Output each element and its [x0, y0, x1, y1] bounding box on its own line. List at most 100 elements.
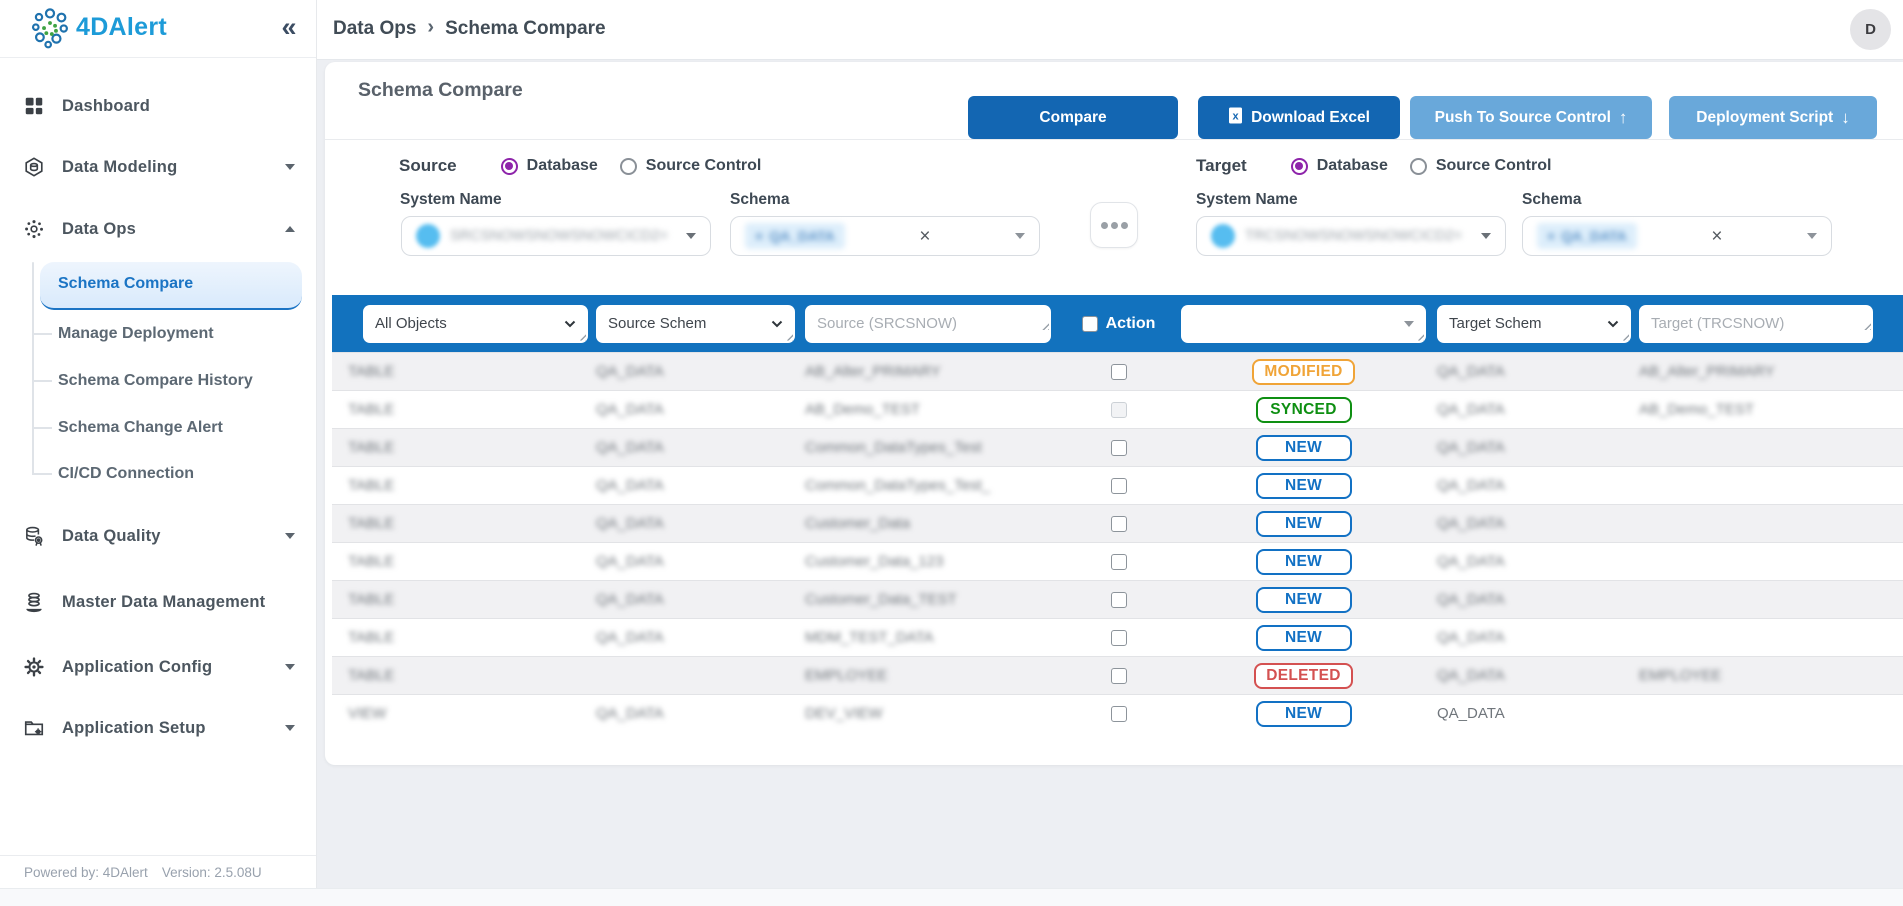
chevron-up-icon	[285, 226, 295, 232]
clear-icon[interactable]: ×	[919, 227, 940, 246]
source-schema-cell: QA_DATA	[596, 591, 664, 608]
target-name-cell: AB_Demo_TEST	[1639, 401, 1754, 418]
row-action-checkbox[interactable]	[1111, 554, 1127, 570]
target-name-filter-input[interactable]	[1639, 305, 1873, 343]
sidebar-item-data-ops[interactable]: Data Ops	[0, 211, 317, 247]
chevron-down-icon	[1607, 320, 1619, 328]
object-type-cell: TABLE	[348, 401, 394, 418]
chevron-down-icon	[1404, 321, 1414, 327]
row-action-checkbox[interactable]	[1111, 630, 1127, 646]
target-source-control-radio[interactable]: Source Control	[1410, 157, 1552, 175]
snowflake-icon	[416, 224, 440, 248]
status-filter-select[interactable]	[1181, 305, 1426, 343]
chip-remove-icon[interactable]: ×	[1547, 228, 1555, 244]
source-system-select[interactable]: SRCSNOWSNOWSNOWCICD2=	[401, 216, 711, 256]
target-schema-cell: QA_DATA	[1437, 515, 1505, 532]
row-action-checkbox[interactable]	[1111, 668, 1127, 684]
sidebar-item-cicd-connection[interactable]: CI/CD Connection	[0, 456, 317, 492]
app-name: 4DAlert	[76, 13, 167, 42]
powered-by-text: Powered by: 4DAlert	[24, 865, 148, 880]
chip-remove-icon[interactable]: ×	[755, 228, 763, 244]
sidebar-item-dashboard[interactable]: Dashboard	[0, 88, 317, 124]
download-excel-button[interactable]: x Download Excel	[1198, 96, 1400, 139]
compare-button[interactable]: Compare	[968, 96, 1178, 139]
compare-button-label: Compare	[1039, 109, 1106, 127]
target-name-cell: AB_Alter_PRIMARY	[1639, 363, 1775, 380]
table-row: TABLE QA_DATA Customer_Data_123 NEW QA_D…	[332, 542, 1903, 580]
row-action-checkbox[interactable]	[1111, 440, 1127, 456]
breadcrumb-section[interactable]: Data Ops	[333, 18, 416, 40]
status-badge: NEW	[1256, 435, 1352, 461]
deployment-script-button[interactable]: Deployment Script ↓	[1669, 96, 1877, 139]
row-action-checkbox[interactable]	[1111, 364, 1127, 380]
source-system-value: SRCSNOWSNOWSNOWCICD2=	[450, 228, 668, 244]
sidebar-item-application-config[interactable]: Application Config	[0, 649, 317, 685]
clear-icon[interactable]: ×	[1711, 227, 1732, 246]
sidebar-item-schema-compare[interactable]: Schema Compare	[40, 262, 302, 310]
chevron-down-icon	[564, 320, 576, 328]
target-schema-label: Schema	[1522, 191, 1581, 209]
row-action-checkbox[interactable]	[1111, 402, 1127, 418]
source-schema-cell: QA_DATA	[596, 439, 664, 456]
object-type-cell: TABLE	[348, 477, 394, 494]
top-bar: Data Ops › Schema Compare D	[317, 0, 1903, 60]
source-panel-label: Source	[399, 156, 457, 176]
chevron-down-icon	[1015, 233, 1025, 239]
source-schema-select[interactable]: × QA_DATA ×	[730, 216, 1040, 256]
status-badge: NEW	[1256, 549, 1352, 575]
source-database-radio[interactable]: Database	[501, 157, 598, 175]
chip-label: QA_DATA	[769, 228, 835, 244]
selected-source-schema: Source Schem	[608, 315, 706, 332]
app-config-icon	[21, 654, 47, 680]
schema-chip: × QA_DATA	[745, 223, 845, 249]
page-title: Schema Compare	[358, 79, 523, 102]
select-all-checkbox[interactable]	[1082, 316, 1098, 332]
sidebar-item-application-setup[interactable]: Application Setup	[0, 710, 317, 746]
user-avatar[interactable]: D	[1850, 9, 1891, 50]
target-schema-cell: QA_DATA	[1437, 477, 1505, 494]
row-action-checkbox[interactable]	[1111, 516, 1127, 532]
radio-label: Source Control	[646, 157, 762, 175]
target-schema-cell: QA_DATA	[1437, 363, 1505, 380]
data-ops-icon	[21, 216, 47, 242]
object-type-filter-select[interactable]: All Objects	[363, 305, 588, 343]
sidebar-collapse-button[interactable]: «	[272, 8, 306, 46]
source-name-cell: DEV_VIEW	[805, 705, 883, 722]
object-type-cell: TABLE	[348, 515, 394, 532]
target-radio-group: Target Database Source Control	[1196, 156, 1551, 176]
target-schema-cell: QA_DATA	[1437, 553, 1505, 570]
source-name-cell: Common_DataTypes_Test_	[805, 477, 990, 494]
source-source-control-radio[interactable]: Source Control	[620, 157, 762, 175]
sidebar-item-data-quality[interactable]: Data Quality	[0, 518, 317, 554]
sidebar-item-master-data-management[interactable]: Master Data Management	[0, 584, 317, 620]
table-row: TABLE EMPLOYEE DELETED QA_DATA EMPLOYEE	[332, 656, 1903, 694]
source-name-cell: Customer_Data_123	[805, 553, 943, 570]
row-action-checkbox[interactable]	[1111, 478, 1127, 494]
source-name-cell: Customer_Data_TEST	[805, 591, 957, 608]
push-to-source-control-button[interactable]: Push To Source Control ↑	[1410, 96, 1652, 139]
target-database-radio[interactable]: Database	[1291, 157, 1388, 175]
sidebar-item-data-modeling[interactable]: Data Modeling	[0, 149, 317, 185]
target-schema-filter-select[interactable]: Target Schem	[1437, 305, 1631, 343]
source-schema-filter-select[interactable]: Source Schem	[596, 305, 795, 343]
row-action-checkbox[interactable]	[1111, 592, 1127, 608]
target-schema-select[interactable]: × QA_DATA ×	[1522, 216, 1832, 256]
row-action-checkbox[interactable]	[1111, 706, 1127, 722]
sidebar-item-manage-deployment[interactable]: Manage Deployment	[0, 316, 317, 352]
object-type-cell: TABLE	[348, 629, 394, 646]
sidebar-item-schema-compare-history[interactable]: Schema Compare History	[0, 363, 317, 399]
status-badge: SYNCED	[1256, 397, 1352, 423]
dashboard-icon	[21, 93, 47, 119]
download-button-label: Download Excel	[1251, 109, 1370, 127]
radio-selected-icon	[501, 158, 518, 175]
target-system-select[interactable]: TRCSNOWSNOWSNOWCICD2=	[1196, 216, 1506, 256]
source-schema-cell: QA_DATA	[596, 629, 664, 646]
source-name-filter-input[interactable]	[805, 305, 1051, 343]
sidebar-item-schema-change-alert[interactable]: Schema Change Alert	[0, 410, 317, 446]
arrow-up-icon: ↑	[1619, 108, 1628, 128]
more-options-button[interactable]	[1090, 202, 1138, 248]
sidebar-item-label: Application Config	[62, 658, 212, 677]
source-schema-label: Schema	[730, 191, 789, 209]
source-name-cell: AB_Demo_TEST	[805, 401, 920, 418]
breadcrumb: Data Ops › Schema Compare	[333, 17, 606, 40]
